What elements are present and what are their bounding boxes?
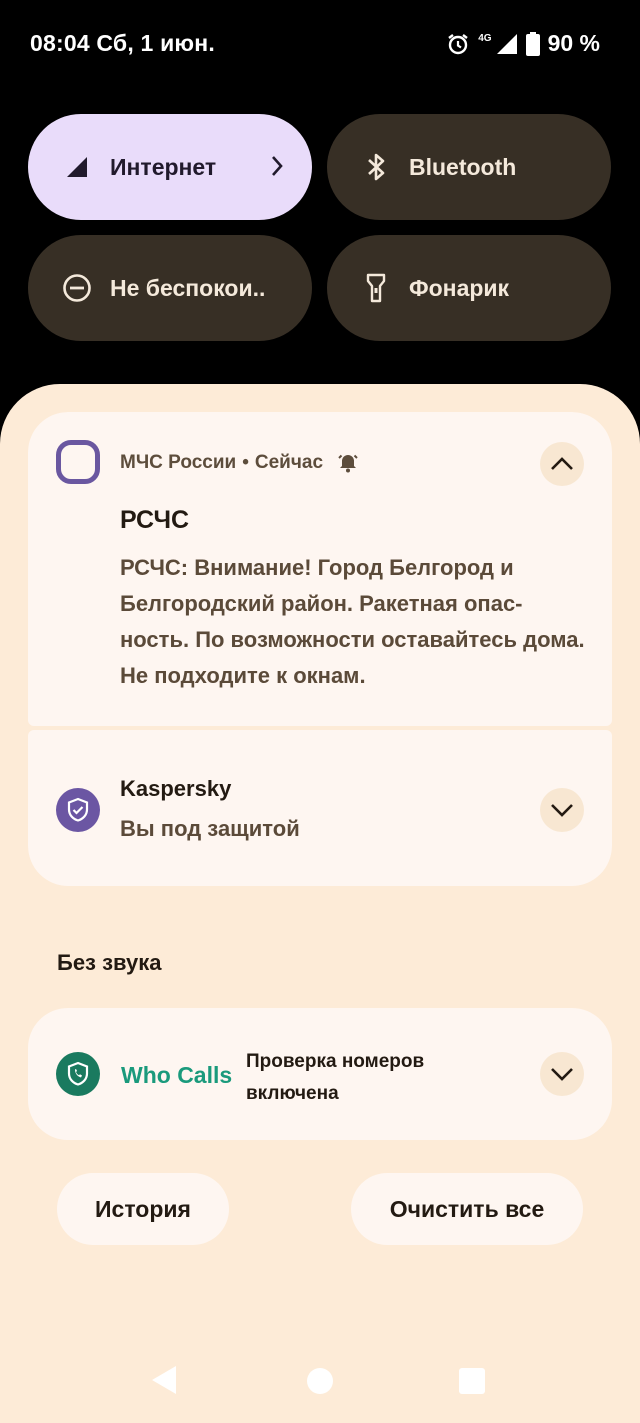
collapse-button[interactable] bbox=[540, 442, 584, 486]
recents-icon[interactable] bbox=[458, 1367, 486, 1395]
who-calls-app-icon bbox=[56, 1052, 100, 1096]
alert-bell-icon bbox=[337, 452, 359, 474]
signal-icon bbox=[496, 33, 518, 55]
mchs-header: МЧС России • Сейчас bbox=[120, 452, 359, 474]
mchs-message: РСЧС: Внимание! Город Белгород и Белгоро… bbox=[120, 555, 585, 688]
tile-bluetooth-label: Bluetooth bbox=[409, 153, 517, 180]
tile-flashlight[interactable]: Фонарик bbox=[327, 235, 611, 341]
notification-mchs[interactable]: МЧС России • Сейчас РСЧС РСЧС: Внимание!… bbox=[28, 412, 612, 726]
notification-who-calls[interactable]: Who Calls Проверка номеров включена bbox=[28, 1008, 612, 1140]
mchs-app-icon bbox=[56, 440, 100, 484]
who-calls-app-name: Who Calls bbox=[121, 1062, 233, 1088]
kaspersky-app-icon bbox=[56, 788, 100, 832]
mchs-app-name: МЧС России bbox=[120, 452, 237, 473]
chevron-right-icon bbox=[270, 154, 284, 184]
tile-dnd-label: Не беспокои.. bbox=[110, 274, 266, 301]
chevron-up-icon bbox=[550, 457, 574, 471]
flashlight-icon bbox=[361, 273, 391, 303]
tile-dnd[interactable]: Не беспокои.. bbox=[28, 235, 312, 341]
notification-group: МЧС России • Сейчас РСЧС РСЧС: Внимание!… bbox=[28, 412, 612, 886]
dnd-icon bbox=[62, 273, 92, 303]
tile-internet-label: Интернет bbox=[110, 153, 217, 180]
kaspersky-text: Вы под защитой bbox=[120, 816, 300, 841]
silent-section-header: Без звука bbox=[57, 950, 162, 975]
expand-button[interactable] bbox=[540, 788, 584, 832]
network-type: 4G bbox=[478, 33, 492, 44]
battery-percent: 90 % bbox=[547, 30, 600, 56]
bluetooth-icon bbox=[361, 152, 391, 182]
chevron-down-icon bbox=[550, 803, 574, 817]
header-separator: • bbox=[242, 452, 249, 473]
clear-all-button[interactable]: Очистить все bbox=[351, 1173, 583, 1245]
notification-kaspersky[interactable]: Kaspersky Вы под защитой bbox=[28, 730, 612, 886]
status-icons: 4G 90 % bbox=[446, 30, 600, 57]
history-button[interactable]: История bbox=[57, 1173, 229, 1245]
mchs-time: Сейчас bbox=[254, 452, 324, 473]
kaspersky-title: Kaspersky bbox=[120, 776, 232, 801]
back-icon[interactable] bbox=[150, 1364, 178, 1396]
mchs-title: РСЧС bbox=[120, 506, 190, 534]
status-time-date: 08:04 Сб, 1 июн. bbox=[30, 30, 215, 56]
battery-icon bbox=[525, 31, 540, 56]
tile-internet[interactable]: Интернет bbox=[28, 114, 312, 220]
tile-bluetooth[interactable]: Bluetooth bbox=[327, 114, 611, 220]
who-calls-text: Проверка номеров включена bbox=[246, 1051, 425, 1104]
expand-button[interactable] bbox=[540, 1052, 584, 1096]
tile-flashlight-label: Фонарик bbox=[409, 274, 510, 301]
home-icon[interactable] bbox=[306, 1367, 334, 1395]
alarm-icon bbox=[446, 32, 470, 56]
chevron-down-icon bbox=[550, 1067, 574, 1081]
shield-check-icon bbox=[66, 797, 90, 823]
status-bar: 08:04 Сб, 1 июн. 4G 90 % bbox=[0, 0, 640, 90]
signal-icon bbox=[62, 152, 92, 182]
navigation-bar bbox=[0, 1350, 640, 1410]
shield-phone-icon bbox=[66, 1061, 90, 1087]
